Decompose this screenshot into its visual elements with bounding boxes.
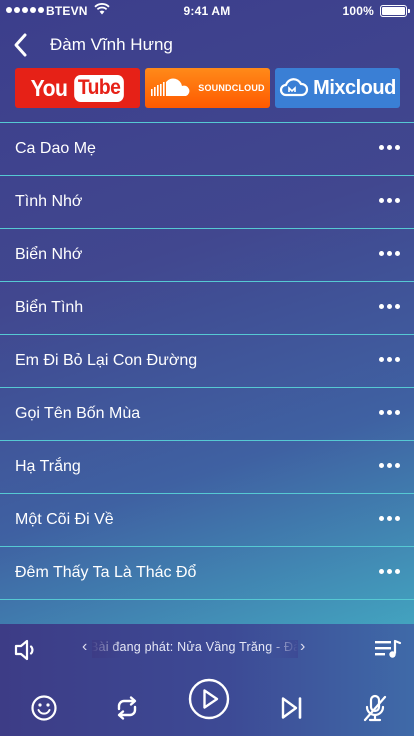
- more-options-button[interactable]: [379, 516, 400, 521]
- song-row[interactable]: Hạ Trắng: [0, 441, 414, 494]
- player-bar: ‹ Bài đang phát: Nửa Vầng Trăng - Đàm Vĩ…: [0, 624, 414, 736]
- next-track-arrow[interactable]: ›: [300, 638, 305, 656]
- more-options-button[interactable]: [379, 251, 400, 256]
- service-tabs: You Tube SOUNDCLOUD Mixcloud: [15, 68, 400, 108]
- mixcloud-button[interactable]: Mixcloud: [275, 68, 400, 108]
- song-row[interactable]: Em Đi Bỏ Lại Con Đường: [0, 335, 414, 388]
- chevron-left-icon: [14, 33, 27, 57]
- ellipsis-icon: [379, 251, 384, 256]
- status-bar: BTEVN 9:41 AM 100%: [0, 0, 414, 22]
- youtube-logo-you: You: [30, 74, 68, 101]
- more-options-button[interactable]: [379, 569, 400, 574]
- more-options-button[interactable]: [379, 304, 400, 309]
- header: Đàm Vĩnh Hưng: [0, 28, 414, 62]
- ellipsis-icon: [379, 410, 384, 415]
- more-options-button[interactable]: [379, 198, 400, 203]
- ellipsis-icon: [379, 304, 384, 309]
- soundcloud-icon: [151, 78, 190, 96]
- ellipsis-icon: [379, 516, 384, 521]
- skip-next-icon[interactable]: [280, 696, 304, 720]
- song-row[interactable]: Một Cõi Đi Về: [0, 494, 414, 547]
- mixcloud-label: Mixcloud: [313, 76, 396, 99]
- song-title: Gọi Tên Bốn Mùa: [15, 405, 141, 422]
- youtube-button[interactable]: You Tube: [15, 68, 140, 108]
- now-playing-marquee: Bài đang phát: Nửa Vầng Trăng - Đàm Vĩnh…: [92, 640, 298, 658]
- song-title: Ca Dao Mẹ: [15, 140, 96, 157]
- previous-track-arrow[interactable]: ‹: [82, 638, 87, 656]
- back-button[interactable]: [10, 30, 38, 60]
- page-title: Đàm Vĩnh Hưng: [50, 35, 173, 54]
- song-title: Tình Nhớ: [15, 193, 83, 210]
- battery-percentage: 100%: [342, 4, 374, 18]
- mixcloud-icon: [280, 78, 309, 97]
- mic-off-icon[interactable]: [361, 693, 389, 723]
- ellipsis-icon: [379, 357, 384, 362]
- ellipsis-icon: [379, 198, 384, 203]
- song-row[interactable]: Biển Nhớ: [0, 229, 414, 282]
- song-row[interactable]: Ca Dao Mẹ: [0, 123, 414, 176]
- more-options-button[interactable]: [379, 357, 400, 362]
- song-title: Một Cõi Đi Về: [15, 511, 114, 528]
- youtube-logo-tube: Tube: [74, 74, 124, 102]
- repeat-icon[interactable]: [113, 694, 141, 722]
- song-title: Hạ Trắng: [15, 458, 81, 475]
- song-title: Biển Nhớ: [15, 246, 83, 263]
- song-row[interactable]: Đêm Thấy Ta Là Thác Đổ: [0, 547, 414, 600]
- smiley-icon[interactable]: [30, 694, 58, 722]
- more-options-button[interactable]: [379, 410, 400, 415]
- song-title: Đêm Thấy Ta Là Thác Đổ: [15, 564, 197, 581]
- song-row[interactable]: Biển Tình: [0, 282, 414, 335]
- song-row[interactable]: Gọi Tên Bốn Mùa: [0, 388, 414, 441]
- ellipsis-icon: [379, 145, 384, 150]
- ellipsis-icon: [379, 463, 384, 468]
- speaker-icon[interactable]: [14, 638, 40, 662]
- ellipsis-icon: [379, 569, 384, 574]
- song-row[interactable]: Tình Nhớ: [0, 176, 414, 229]
- soundcloud-label: SOUNDCLOUD: [198, 83, 265, 93]
- more-options-button[interactable]: [379, 145, 400, 150]
- song-title: Biển Tình: [15, 299, 84, 316]
- battery-icon: [380, 5, 410, 17]
- song-list: Ca Dao Mẹ Tình Nhớ Biển Nhớ Biển Tình Em…: [0, 122, 414, 600]
- song-title: Em Đi Bỏ Lại Con Đường: [15, 352, 198, 369]
- play-icon[interactable]: [188, 678, 230, 720]
- soundcloud-button[interactable]: SOUNDCLOUD: [145, 68, 270, 108]
- more-options-button[interactable]: [379, 463, 400, 468]
- playlist-icon[interactable]: [374, 638, 402, 660]
